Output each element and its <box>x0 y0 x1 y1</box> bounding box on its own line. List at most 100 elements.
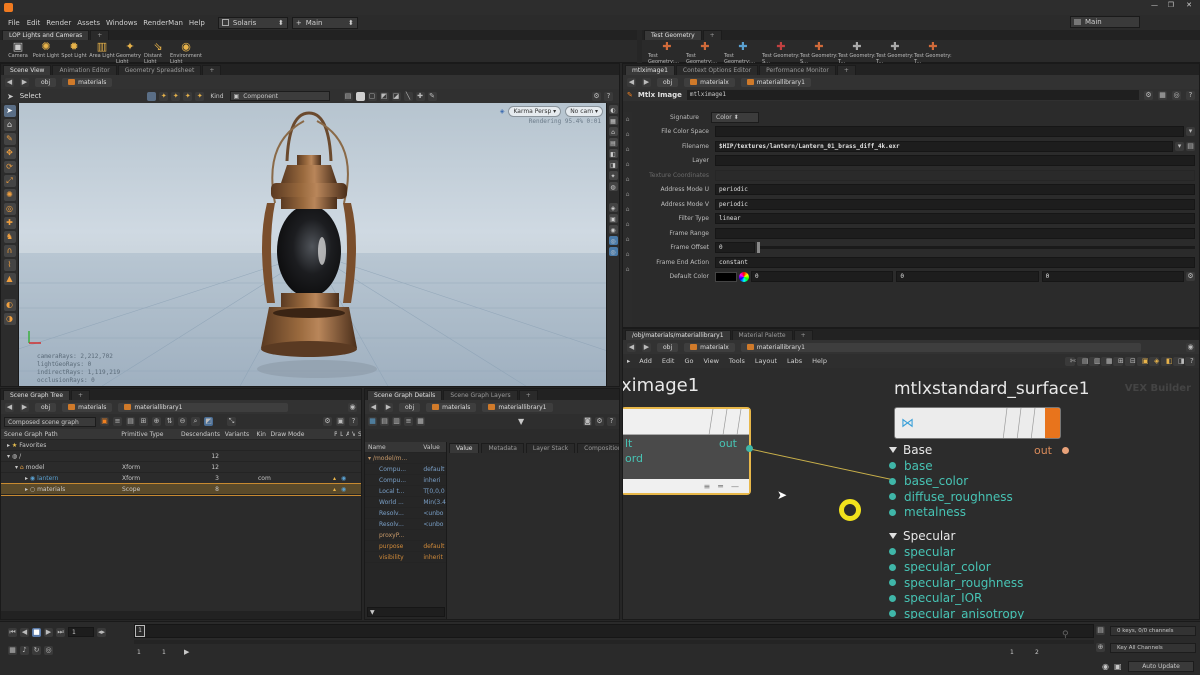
select-mode-icon[interactable]: ✦ <box>159 91 169 101</box>
node-footer-icon[interactable]: ═ <box>718 482 723 491</box>
input-port[interactable] <box>889 594 896 602</box>
address-mode-u-field[interactable]: periodic <box>715 184 1195 195</box>
network-option-icon[interactable]: ◧ <box>1161 356 1173 366</box>
option-icon[interactable]: ▤ <box>126 417 135 426</box>
add-tab-button[interactable]: + <box>836 65 856 75</box>
default-color-b[interactable]: 0 <box>1041 271 1184 282</box>
tab-scene-view[interactable]: Scene View <box>3 65 52 75</box>
shelf-tab-test-geometry[interactable]: Test Geometry <box>644 30 702 40</box>
col-header-name[interactable]: Name <box>365 444 420 451</box>
lock-icon[interactable]: ▴ <box>333 486 341 493</box>
details-row[interactable]: Resolv... <unbo <box>365 508 446 519</box>
network-menu-tools[interactable]: Tools <box>724 357 750 365</box>
details-row[interactable]: proxyP... <box>365 530 446 541</box>
tab-geometry-spreadsheet[interactable]: Geometry Spreadsheet <box>117 65 202 75</box>
network-menu-view[interactable]: View <box>698 357 723 365</box>
forward-arrow-icon[interactable]: ▶ <box>20 402 29 412</box>
input-port[interactable] <box>889 462 896 470</box>
pin-icon[interactable]: ◉ <box>348 402 357 412</box>
select-arrow-icon[interactable]: ➤ <box>7 92 14 101</box>
tab-value[interactable]: Value <box>449 442 480 453</box>
range-start[interactable]: 1 <box>137 649 141 656</box>
tool-icon[interactable]: ◩ <box>379 91 389 101</box>
path-crumb-materiallibrary[interactable]: materiallibrary1 <box>740 342 1141 352</box>
frame-end-action-field[interactable]: constant <box>715 256 1195 268</box>
display-option-icon[interactable]: ⌂ <box>608 127 618 136</box>
frame-offset-slider[interactable] <box>757 242 1195 253</box>
tab-performance-monitor[interactable]: Performance Monitor <box>759 65 836 75</box>
add-tab-button[interactable]: + <box>71 390 91 400</box>
signature-select[interactable]: Color ⬍ <box>711 111 759 123</box>
path-crumb-obj[interactable]: obj <box>35 77 57 87</box>
menu-edit[interactable]: Edit <box>24 19 44 27</box>
shelf-tool-test-geo-1[interactable]: ✚ Test Geometry:... <box>648 40 686 65</box>
port-specular-anisotropy[interactable]: specular_anisotropy <box>889 606 1069 619</box>
shelf-tool-test-geo-3[interactable]: ✚ Test Geometry:... <box>724 40 762 65</box>
node-footer-icon[interactable]: — <box>731 482 739 491</box>
input-port[interactable] <box>889 477 896 485</box>
menu-file[interactable]: File <box>0 19 24 27</box>
display-option-icon[interactable]: ▣ <box>608 214 618 223</box>
tab-composition[interactable]: Composition <box>577 442 619 453</box>
gear-icon[interactable]: ⚙ <box>595 417 604 426</box>
key-all-channels-dropdown[interactable]: Key All Channels <box>1110 643 1196 653</box>
select-mode-icon[interactable]: ✦ <box>171 91 181 101</box>
renderer-select[interactable]: Karma Persp ▾ <box>508 106 562 117</box>
tab-animation-editor[interactable]: Animation Editor <box>52 65 117 75</box>
network-menu-add[interactable]: Add <box>634 357 657 365</box>
step-back-icon[interactable]: ◀ <box>20 627 29 637</box>
lock-icon[interactable]: ⌂ <box>3 119 16 131</box>
help-icon[interactable]: ? <box>607 417 616 426</box>
col-header-s[interactable]: S <box>355 431 361 438</box>
display-option-icon[interactable]: ◍ <box>608 182 618 191</box>
file-browse-icon[interactable]: ▤ <box>1186 141 1195 151</box>
input-port[interactable] <box>889 563 896 571</box>
option-icon[interactable]: ▣ <box>336 417 345 426</box>
display-option-icon[interactable]: ◎ <box>608 247 618 256</box>
node-mtlxstandard-surface1[interactable]: ⋈ <box>894 407 1061 439</box>
add-tab-button[interactable]: + <box>518 390 538 400</box>
visibility-icon[interactable]: ◉ <box>341 475 349 482</box>
back-arrow-icon[interactable]: ◀ <box>5 77 14 87</box>
path-crumb-materiallibrary[interactable]: materiallibrary1 <box>740 77 811 87</box>
menu-help[interactable]: Help <box>186 19 208 27</box>
input-port[interactable] <box>889 493 896 501</box>
path-crumb-obj[interactable]: obj <box>399 402 421 412</box>
shelf-tool-camera[interactable]: ▣ Camera <box>4 40 32 65</box>
highlight-icon[interactable]: ◩ <box>204 417 213 426</box>
timeline-track[interactable] <box>134 640 1094 644</box>
tab-scene-graph-tree[interactable]: Scene Graph Tree <box>3 390 71 400</box>
default-color-g[interactable]: 0 <box>896 271 1039 282</box>
details-row[interactable]: visibility inherit <box>365 552 446 563</box>
node-left-out-port[interactable] <box>746 445 753 452</box>
stop-icon[interactable]: ■ <box>32 627 41 637</box>
port-specular-roughness[interactable]: specular_roughness <box>889 575 1069 591</box>
light-tool-icon[interactable]: ✺ <box>3 189 16 201</box>
tree-row-favorites[interactable]: ▸ ★ Favorites <box>1 440 361 451</box>
file-menu-icon[interactable]: ▾ <box>1175 141 1184 151</box>
col-header-kind[interactable]: Kin <box>254 431 268 438</box>
port-specular-color[interactable]: specular_color <box>889 560 1069 576</box>
kind-select[interactable]: ▣ Component <box>229 91 330 101</box>
toggle-icon[interactable]: ▸ <box>623 357 634 365</box>
magnet-tool-icon[interactable]: ∩ <box>3 245 16 257</box>
loop-icon[interactable]: ↻ <box>32 646 41 655</box>
tab-scene-graph-layers[interactable]: Scene Graph Layers <box>443 390 518 400</box>
display-icon[interactable]: ▣ <box>1114 662 1122 671</box>
bounce-icon[interactable]: ◎ <box>44 646 53 655</box>
view-tool-icon[interactable]: ◐ <box>3 299 16 311</box>
display-option-icon[interactable]: ▦ <box>608 116 618 125</box>
display-option-icon[interactable]: ◐ <box>608 105 618 114</box>
display-option-icon[interactable]: ◧ <box>608 149 618 158</box>
forward-arrow-icon[interactable]: ▶ <box>642 342 651 352</box>
network-option-icon[interactable]: ◨ <box>1173 356 1185 366</box>
pose-tool-icon[interactable]: ♞ <box>3 231 16 243</box>
input-port[interactable] <box>889 508 896 516</box>
range-end-2[interactable]: 2 <box>1035 649 1039 656</box>
shelf-tool-test-geo-7[interactable]: ✚ Test Geometry: T... <box>876 40 914 65</box>
section-base[interactable]: Base out <box>889 442 1069 458</box>
network-menu-layout[interactable]: Layout <box>750 357 782 365</box>
gear-icon[interactable]: ⚙ <box>1144 90 1153 100</box>
details-row[interactable]: ▾ /model/m... <box>365 453 446 464</box>
path-crumb-materiallibrary[interactable]: materiallibrary1 <box>118 402 289 412</box>
